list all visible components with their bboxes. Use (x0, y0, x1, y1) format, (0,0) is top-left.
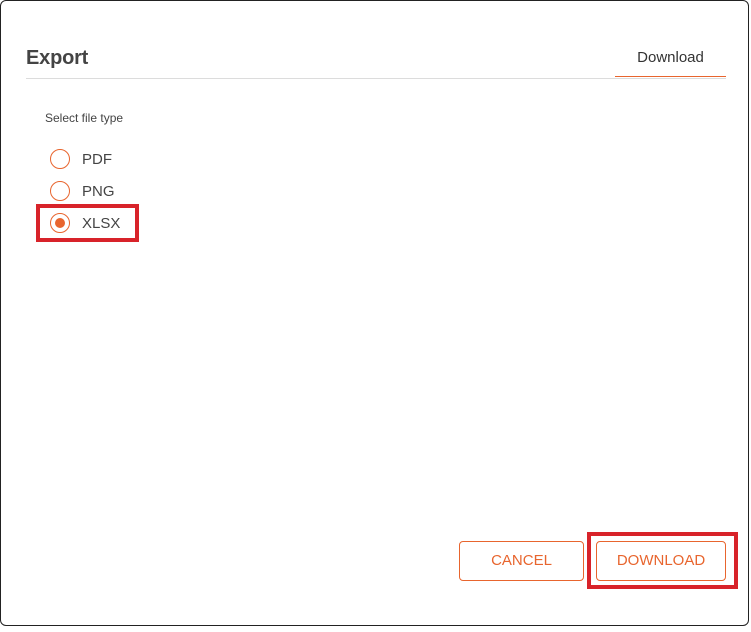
radio-png[interactable] (50, 181, 70, 201)
option-png-label: PNG (82, 182, 115, 200)
export-dialog: Export Download Select file type PDF PNG… (0, 0, 749, 626)
option-pdf[interactable]: PDF (50, 143, 120, 175)
dialog-title: Export (26, 47, 89, 69)
option-xlsx-label: XLSX (82, 214, 121, 232)
file-type-radio-group: PDF PNG XLSX (36, 143, 139, 242)
radio-selected-dot (55, 218, 65, 228)
tab-download[interactable]: Download (615, 39, 726, 77)
download-button[interactable]: DOWNLOAD (596, 541, 726, 581)
radio-xlsx[interactable] (50, 213, 70, 233)
option-xlsx[interactable]: XLSX (36, 204, 139, 242)
file-type-label: Select file type (45, 111, 124, 125)
option-png[interactable]: PNG (50, 175, 120, 207)
option-pdf-label: PDF (82, 150, 112, 168)
radio-pdf[interactable] (50, 149, 70, 169)
dialog-header: Export Download (26, 39, 726, 79)
cancel-button[interactable]: CANCEL (459, 541, 584, 581)
